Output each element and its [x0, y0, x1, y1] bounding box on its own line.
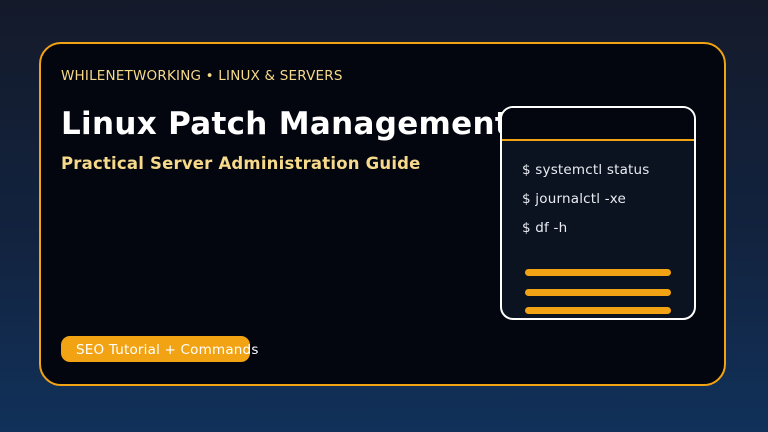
tutorial-badge-label: SEO Tutorial + Commands — [76, 342, 259, 358]
eyebrow-label: WHILENETWORKING • LINUX & SERVERS — [61, 68, 343, 84]
terminal-command: $ systemctl status — [522, 162, 650, 178]
subtitle: Practical Server Administration Guide — [61, 154, 421, 173]
terminal-output-line — [525, 269, 671, 276]
terminal-window-illustration: $ systemctl status $ journalctl -xe $ df… — [500, 106, 696, 320]
terminal-output-line — [525, 289, 671, 296]
page-title: Linux Patch Management — [61, 106, 510, 142]
terminal-command: $ df -h — [522, 220, 568, 236]
terminal-output-line — [525, 307, 671, 314]
banner-card: WHILENETWORKING • LINUX & SERVERS Linux … — [39, 42, 726, 386]
terminal-title-bar — [502, 108, 694, 141]
terminal-command: $ journalctl -xe — [522, 191, 627, 207]
